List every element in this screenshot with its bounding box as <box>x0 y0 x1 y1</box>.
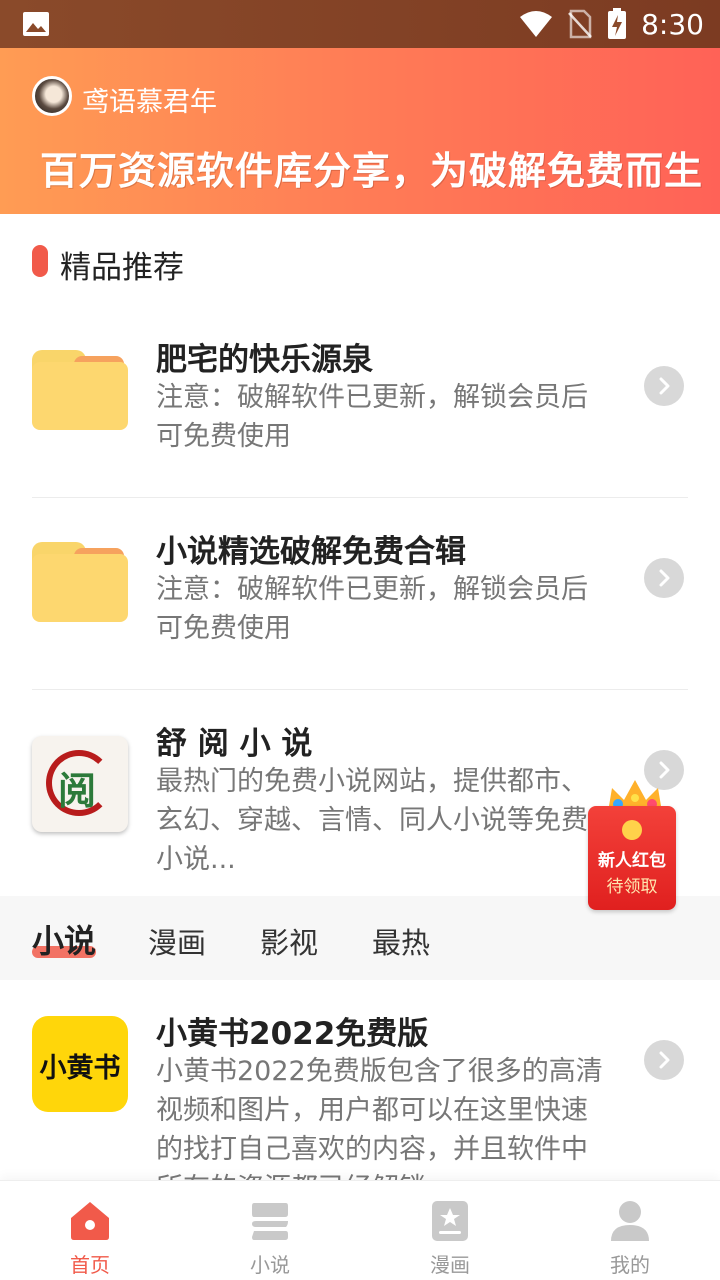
item-description: 最热门的免费小说网站，提供都市、玄幻、穿越、言情、同人小说等免费小说... <box>156 766 588 875</box>
chevron-right-icon[interactable] <box>644 558 684 598</box>
list-item[interactable]: 小黄书 小黄书2022免费版 小黄书2022免费版包含了很多的高清视频和图片，用… <box>32 1008 688 1180</box>
bottom-navigation: 首页 小说 漫画 我的 <box>0 1180 720 1280</box>
nav-comic[interactable]: 漫画 <box>360 1181 540 1280</box>
profile-icon <box>611 1201 649 1241</box>
chevron-right-icon[interactable] <box>644 366 684 406</box>
item-title: 肥宅的快乐源泉 <box>156 342 373 378</box>
tab-video[interactable]: 影视 <box>260 920 318 962</box>
item-title: 舒 阅 小 说 <box>156 726 313 762</box>
username: 鸢语慕君年 <box>82 87 217 118</box>
item-title: 小说精选破解免费合辑 <box>156 534 466 570</box>
featured-item[interactable]: 小说精选破解免费合辑 注意：破解软件已更新，解锁会员后可免费使用 <box>32 522 688 662</box>
novel-icon <box>252 1203 288 1240</box>
red-packet-status: 待领取 <box>606 877 658 897</box>
red-packet-title: 新人红包 <box>598 851 666 871</box>
nav-profile[interactable]: 我的 <box>540 1181 720 1280</box>
wifi-icon <box>520 11 553 37</box>
folder-icon <box>32 540 128 636</box>
divider <box>32 689 688 690</box>
shuyue-app-icon: 阅 <box>32 736 128 832</box>
tab-hottest[interactable]: 最热 <box>372 920 430 962</box>
item-description: 小黄书2022免费版包含了很多的高清视频和图片，用户都可以在这里快速的找打自己喜… <box>156 1056 603 1180</box>
tab-novel[interactable]: 小说 <box>32 916 96 962</box>
new-user-red-packet[interactable]: 新人红包 待领取 <box>588 778 678 912</box>
gallery-notification-icon <box>23 12 49 36</box>
divider <box>32 497 688 498</box>
featured-item[interactable]: 肥宅的快乐源泉 注意：破解软件已更新，解锁会员后可免费使用 <box>32 330 688 470</box>
coin-icon <box>622 820 642 840</box>
section-marker <box>32 245 48 277</box>
home-icon <box>71 1202 109 1240</box>
no-sim-icon <box>568 9 593 39</box>
item-description: 注意：破解软件已更新，解锁会员后可免费使用 <box>156 382 588 452</box>
status-bar: 8:30 <box>0 0 720 48</box>
item-title: 小黄书2022免费版 <box>156 1016 429 1052</box>
battery-charging-icon <box>608 8 627 39</box>
folder-icon <box>32 348 128 444</box>
banner-slogan: 百万资源软件库分享，为破解免费而生 <box>40 149 704 193</box>
nav-home[interactable]: 首页 <box>0 1181 180 1280</box>
tab-comic[interactable]: 漫画 <box>148 920 206 962</box>
xiaohuangshu-app-icon: 小黄书 <box>32 1016 128 1112</box>
section-title: 精品推荐 <box>60 250 184 286</box>
clock: 8:30 <box>641 7 704 41</box>
item-description: 注意：破解软件已更新，解锁会员后可免费使用 <box>156 574 588 644</box>
chevron-right-icon[interactable] <box>644 1040 684 1080</box>
comic-icon <box>432 1201 468 1241</box>
avatar[interactable] <box>32 76 72 116</box>
nav-novel[interactable]: 小说 <box>180 1181 360 1280</box>
